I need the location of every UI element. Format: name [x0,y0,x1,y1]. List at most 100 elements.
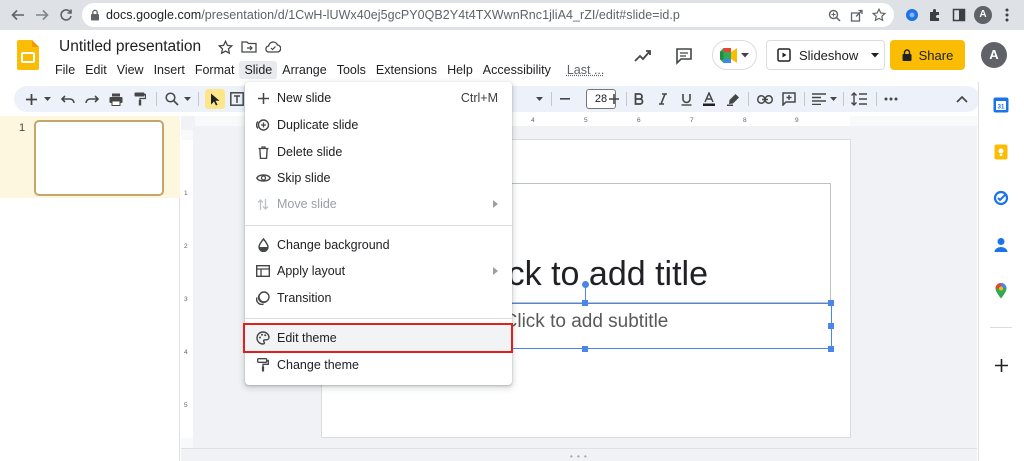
collapse-chevron-up-icon[interactable] [954,90,970,108]
maps-pin-icon[interactable] [991,281,1011,301]
italic-icon[interactable] [655,90,671,108]
menu-item-skip-slide[interactable]: Skip slide [245,165,512,191]
svg-text:31: 31 [998,105,1005,111]
menu-accessibility[interactable]: Accessibility [478,61,556,79]
print-icon[interactable] [108,90,124,108]
rotate-handle[interactable] [582,281,589,288]
highlight-pen-icon[interactable] [725,90,741,108]
side-panel-icon[interactable] [950,6,968,24]
menu-extensions[interactable]: Extensions [371,61,442,79]
menu-item-move-slide[interactable]: Move slide [245,191,512,217]
extensions-puzzle-icon[interactable] [926,6,944,24]
menu-file[interactable]: File [50,61,80,79]
drag-grip-icon[interactable]: • • • [570,452,588,461]
text-color-icon[interactable] [701,90,717,108]
submenu-arrow-icon [493,267,498,275]
resize-handle[interactable] [582,346,588,352]
tasks-icon[interactable] [991,188,1011,208]
share-button[interactable]: Share [890,40,965,70]
menu-help[interactable]: Help [442,61,478,79]
slide-number: 1 [19,122,26,134]
slideshow-options-dropdown[interactable] [865,40,885,70]
menu-item-label: Skip slide [277,171,331,185]
menu-insert[interactable]: Insert [149,61,190,79]
extension-circle-icon[interactable] [903,6,921,24]
slides-logo-icon[interactable] [17,40,39,70]
more-options-icon[interactable] [883,90,899,108]
menu-item-new-slide[interactable]: New slide Ctrl+M [245,85,512,111]
document-title[interactable]: Untitled presentation [59,38,201,56]
comments-icon[interactable] [672,44,696,68]
new-slide-plus-icon[interactable] [24,90,38,108]
menu-slide[interactable]: Slide [239,61,278,79]
decrease-font-size-icon[interactable] [557,90,573,108]
menu-item-apply-layout[interactable]: Apply layout [245,258,512,284]
kebab-menu-icon[interactable] [998,6,1016,24]
move-to-folder-icon[interactable] [240,38,258,56]
menu-bar: File Edit View Insert Format Slide Arran… [50,61,609,79]
paint-format-icon[interactable] [132,90,148,108]
calendar-icon[interactable]: 31 [991,95,1011,115]
new-slide-layout-caret-icon[interactable] [42,90,52,108]
menu-edit[interactable]: Edit [80,61,112,79]
account-avatar[interactable]: A [981,42,1007,68]
add-comment-icon[interactable] [781,90,797,108]
align-left-icon[interactable] [811,90,827,108]
zoom-caret-icon[interactable] [182,90,192,108]
zoom-icon[interactable] [164,90,180,108]
menu-item-transition[interactable]: Transition [245,285,512,311]
resize-handle[interactable] [582,300,588,306]
toolbar-divider [198,92,199,106]
browser-profile-avatar[interactable]: A [974,6,992,24]
resize-handle[interactable] [828,346,834,352]
meet-button[interactable] [712,40,757,70]
droplet-icon [255,237,271,253]
menu-item-delete-slide[interactable]: Delete slide [245,139,512,165]
menu-arrange[interactable]: Arrange [277,61,331,79]
add-addon-plus-icon[interactable] [991,355,1011,375]
resize-handle[interactable] [828,300,834,306]
toolbar-divider [804,92,805,106]
line-spacing-icon[interactable] [850,90,868,108]
menu-item-change-theme[interactable]: Change theme [245,352,512,378]
menu-tools[interactable]: Tools [332,61,371,79]
cloud-saved-icon[interactable] [264,38,282,56]
bookmark-star-icon[interactable] [871,7,887,23]
url-text: docs.google.com/presentation/d/1CwH-lUWx… [106,8,680,22]
align-caret-icon[interactable] [828,90,838,108]
lock-icon [902,49,912,61]
menu-view[interactable]: View [112,61,149,79]
menu-format[interactable]: Format [190,61,240,79]
back-arrow-icon[interactable] [8,5,28,25]
select-cursor-icon[interactable] [205,89,225,109]
menu-item-change-background[interactable]: Change background [245,232,512,258]
lock-icon[interactable] [87,7,103,23]
ruler-number: 3 [184,296,188,303]
menu-separator [245,318,512,319]
increase-font-size-icon[interactable] [606,90,622,108]
font-caret-icon[interactable] [534,90,544,108]
undo-icon[interactable] [60,90,76,108]
menu-item-label: Duplicate slide [277,118,359,132]
insert-link-icon[interactable] [756,90,774,108]
zoom-icon[interactable] [826,7,842,23]
forward-arrow-icon[interactable] [32,5,52,25]
activity-trend-icon[interactable] [631,44,655,68]
keep-icon[interactable] [991,142,1011,162]
star-icon[interactable] [216,38,234,56]
underline-icon[interactable] [678,90,694,108]
address-bar[interactable]: docs.google.com/presentation/d/1CwH-lUWx… [82,3,894,27]
slide-thumbnail[interactable] [34,120,164,196]
bold-icon[interactable] [631,90,647,108]
resize-handle[interactable] [828,323,834,329]
slideshow-button[interactable]: Slideshow [766,40,866,70]
text-box-icon[interactable] [229,90,245,108]
meet-icon [720,47,738,63]
contacts-icon[interactable] [991,235,1011,255]
redo-icon[interactable] [84,90,100,108]
share-page-icon[interactable] [848,7,864,23]
last-edit-link[interactable]: Last ... [562,61,610,79]
menu-item-duplicate-slide[interactable]: Duplicate slide [245,112,512,138]
layout-icon [255,263,271,279]
reload-icon[interactable] [56,5,76,25]
